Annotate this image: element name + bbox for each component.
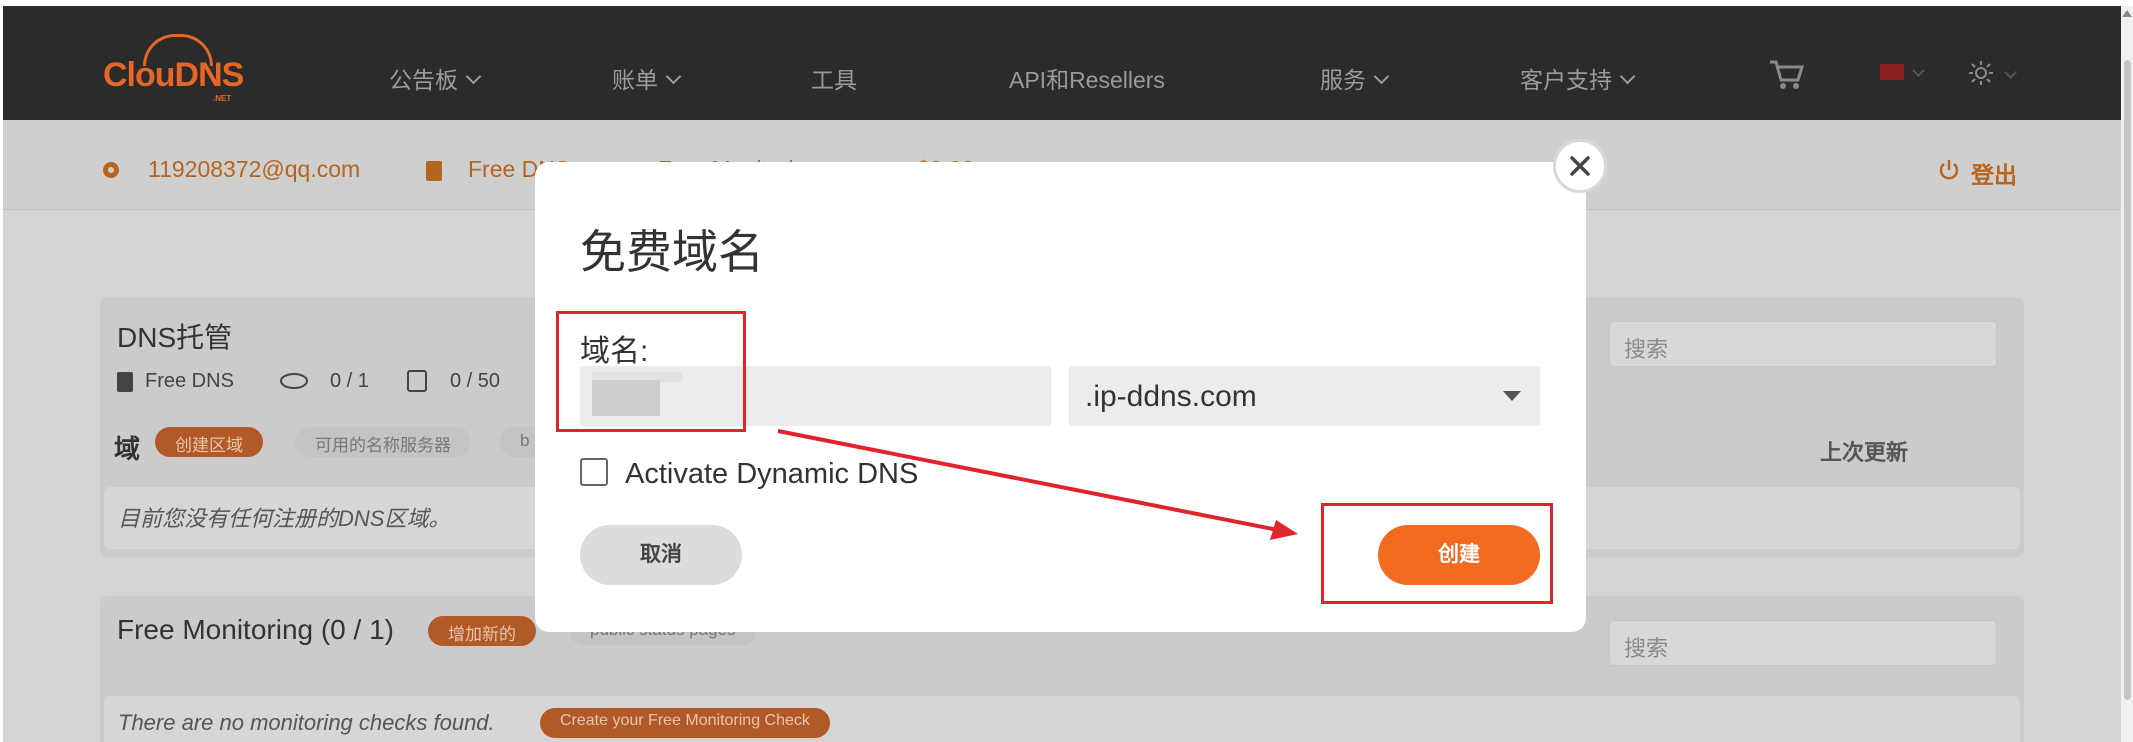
annotation-arrow-icon <box>777 429 1298 540</box>
